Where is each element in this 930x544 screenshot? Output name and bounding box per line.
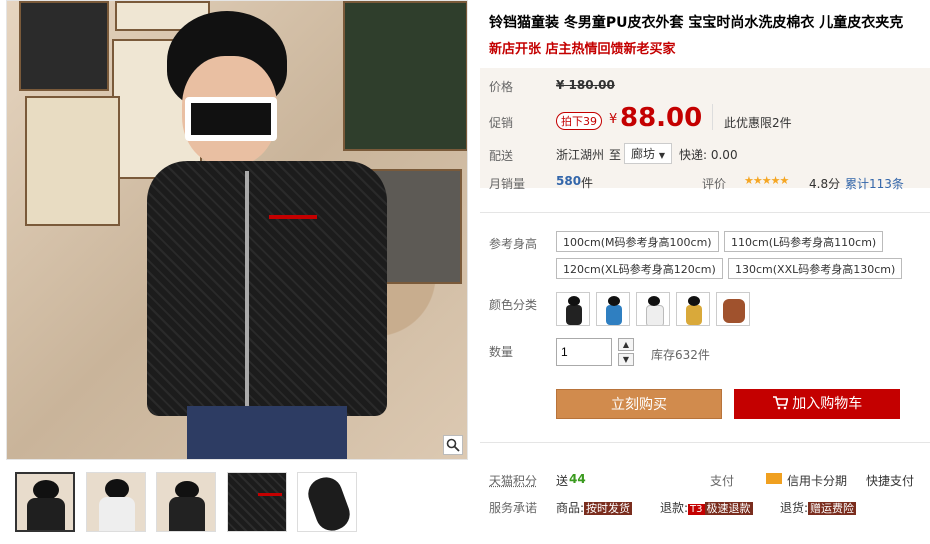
size-option-130[interactable]: 130cm(XXL码参考身高130cm) bbox=[728, 258, 903, 279]
fast-refund-badge: 极速退款 bbox=[704, 502, 753, 515]
currency-symbol: ¥ bbox=[609, 112, 618, 127]
thumbnail-3[interactable] bbox=[156, 472, 216, 532]
payment-label: 支付 bbox=[710, 474, 735, 488]
size-option-110[interactable]: 110cm(L码参考身高110cm) bbox=[724, 231, 884, 252]
jeans bbox=[187, 406, 347, 459]
monthly-sales-label: 月销量 bbox=[489, 177, 526, 191]
sunglasses bbox=[185, 97, 277, 141]
promo-label: 促销 bbox=[489, 116, 514, 130]
divider bbox=[480, 442, 930, 443]
size-label: 参考身高 bbox=[489, 237, 538, 251]
main-product-image[interactable] bbox=[6, 0, 468, 460]
points-send: 送 bbox=[556, 474, 569, 488]
promo-price: 88.00 bbox=[620, 103, 703, 133]
add-to-cart-label: 加入购物车 bbox=[792, 396, 863, 412]
t3-badge: T3 bbox=[688, 504, 705, 515]
rating-label: 评价 bbox=[702, 177, 727, 191]
original-price: ¥ 180.00 bbox=[556, 78, 615, 92]
delivery-destination: 廊坊 bbox=[631, 147, 656, 161]
price-label: 价格 bbox=[489, 80, 514, 94]
quantity-input[interactable] bbox=[556, 338, 612, 366]
wall-poster bbox=[343, 1, 467, 151]
monthly-sales-count: 580 bbox=[556, 174, 582, 188]
express-fee: 快递: 0.00 bbox=[679, 148, 738, 162]
rating-score: 4.8分 bbox=[809, 177, 841, 191]
service-label: 服务承诺 bbox=[489, 501, 538, 515]
wall-poster bbox=[19, 1, 109, 91]
color-swatch-yellow[interactable] bbox=[676, 292, 710, 326]
add-to-cart-button[interactable]: 加入购物车 bbox=[734, 389, 900, 419]
service-goods: 商品: 按时发货 bbox=[556, 499, 633, 516]
service-refund-label: 退款: bbox=[660, 501, 689, 515]
quantity-label: 数量 bbox=[489, 345, 514, 359]
jacket-zipper bbox=[245, 171, 249, 411]
divider bbox=[480, 212, 930, 213]
review-count-link[interactable]: 累计113条 bbox=[845, 175, 904, 192]
cart-icon bbox=[772, 396, 792, 412]
delivery-destination-select[interactable]: 廊坊 ▼ bbox=[624, 143, 672, 164]
color-swatch-black[interactable] bbox=[556, 292, 590, 326]
color-swatch-blue[interactable] bbox=[596, 292, 630, 326]
promo-text: 新店开张 店主热情回馈新老买家 bbox=[489, 42, 676, 57]
tmall-points-label: 天猫积分 bbox=[489, 474, 538, 488]
thumbnail-5[interactable] bbox=[297, 472, 357, 532]
quick-pay[interactable]: 快捷支付 bbox=[866, 472, 914, 489]
rating-stars-icon: ★★★★★ bbox=[744, 174, 789, 187]
size-option-120[interactable]: 120cm(XL码参考身高120cm) bbox=[556, 258, 723, 279]
shipping-insurance-badge: 赠运费险 bbox=[808, 502, 857, 515]
price-box bbox=[480, 68, 930, 188]
stock-text: 库存632件 bbox=[651, 348, 710, 362]
color-swatch-brown[interactable] bbox=[716, 292, 750, 326]
jacket-stripe bbox=[269, 215, 317, 219]
product-title: 铃铛猫童装 冬男童PU皮衣外套 宝宝时尚水洗皮棉衣 儿童皮衣夹克 bbox=[489, 15, 904, 31]
wall-poster bbox=[25, 96, 120, 226]
points-amount: 44 bbox=[569, 472, 586, 486]
service-return-label: 退货: bbox=[780, 501, 809, 515]
color-label: 颜色分类 bbox=[489, 298, 538, 312]
thumbnail-1[interactable] bbox=[15, 472, 75, 532]
color-swatch-white[interactable] bbox=[636, 292, 670, 326]
on-time-shipping-badge: 按时发货 bbox=[584, 502, 633, 515]
size-option-100[interactable]: 100cm(M码参考身高100cm) bbox=[556, 231, 719, 252]
promo-limit: 此优惠限2件 bbox=[724, 116, 792, 130]
thumbnail-4[interactable] bbox=[227, 472, 287, 532]
buy-now-button[interactable]: 立刻购买 bbox=[556, 389, 722, 419]
thumbnail-2[interactable] bbox=[86, 472, 146, 532]
delivery-to-word: 至 bbox=[609, 148, 622, 162]
credit-installment[interactable]: 信用卡分期 bbox=[787, 472, 847, 489]
divider bbox=[712, 104, 713, 130]
delivery-label: 配送 bbox=[489, 149, 514, 163]
service-refund: 退款: T3 极速退款 bbox=[660, 499, 753, 516]
credit-card-icon bbox=[766, 473, 782, 484]
promo-tag: 拍下39 bbox=[556, 112, 602, 130]
monthly-sales-unit: 件 bbox=[581, 176, 594, 190]
chevron-down-icon: ▼ bbox=[658, 151, 665, 160]
quantity-increase-button[interactable]: ▲ bbox=[618, 338, 634, 351]
service-return: 退货: 赠运费险 bbox=[780, 499, 857, 516]
quantity-decrease-button[interactable]: ▼ bbox=[618, 353, 634, 366]
zoom-icon[interactable] bbox=[443, 435, 463, 455]
delivery-from: 浙江湖州 bbox=[556, 148, 605, 162]
jacket bbox=[147, 161, 387, 416]
service-goods-label: 商品: bbox=[556, 501, 585, 515]
